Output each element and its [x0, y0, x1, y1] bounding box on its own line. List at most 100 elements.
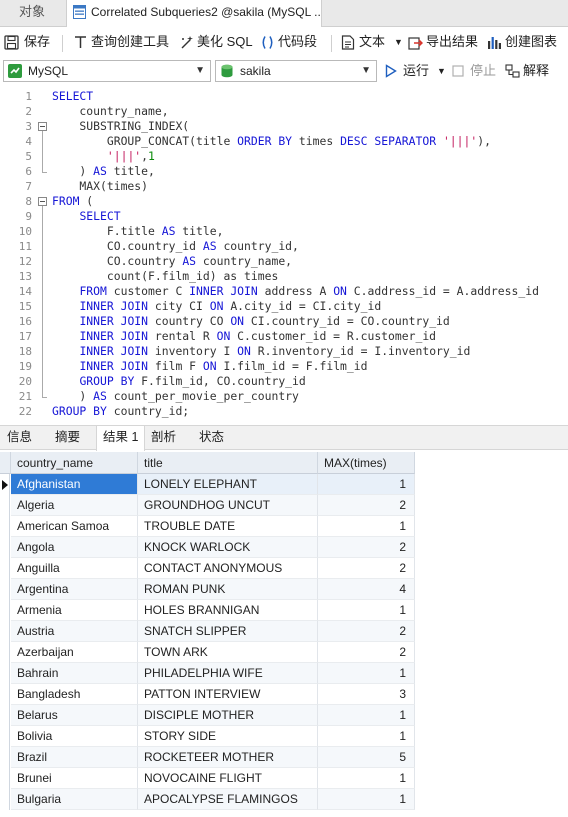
code-line[interactable]: 19 INNER JOIN film F ON I.film_id = F.fi… — [0, 359, 568, 374]
row-indicator[interactable] — [0, 768, 10, 789]
code-line[interactable]: 22 GROUP BY country_id; — [0, 404, 568, 419]
cell-title[interactable]: HOLES BRANNIGAN — [138, 600, 318, 621]
row-indicator[interactable] — [0, 747, 10, 768]
row-indicator[interactable] — [0, 579, 10, 600]
row-indicator[interactable] — [0, 600, 10, 621]
export-results-button[interactable]: 导出结果 — [408, 27, 482, 59]
table-row[interactable]: Afghanistan LONELY ELEPHANT 1 — [0, 474, 415, 495]
row-indicator[interactable] — [0, 726, 10, 747]
code-line[interactable]: 7 MAX(times) — [0, 179, 568, 194]
column-header-max-times[interactable]: MAX(times) — [318, 452, 415, 474]
fold-toggle-icon[interactable] — [38, 197, 47, 206]
cell-title[interactable]: LONELY ELEPHANT — [138, 474, 318, 495]
stop-button[interactable]: 停止 — [452, 59, 498, 84]
code-line[interactable]: 5 '|||',1 — [0, 149, 568, 164]
cell-country-name[interactable]: Bangladesh — [11, 684, 138, 705]
cell-title[interactable]: STORY SIDE — [138, 726, 318, 747]
cell-country-name[interactable]: Armenia — [11, 600, 138, 621]
tab-status[interactable]: 状态 — [193, 426, 230, 450]
cell-title[interactable]: ROMAN PUNK — [138, 579, 318, 600]
cell-country-name[interactable]: Belarus — [11, 705, 138, 726]
code-line[interactable]: 20 GROUP BY F.film_id, CO.country_id — [0, 374, 568, 389]
code-line[interactable]: 2 country_name, — [0, 104, 568, 119]
cell-title[interactable]: SNATCH SLIPPER — [138, 621, 318, 642]
row-indicator[interactable] — [0, 495, 10, 516]
table-row[interactable]: Belarus DISCIPLE MOTHER 1 — [0, 705, 415, 726]
table-row[interactable]: Algeria GROUNDHOG UNCUT 2 — [0, 495, 415, 516]
code-snippet-button[interactable]: 代码段 — [260, 27, 322, 59]
cell-title[interactable]: KNOCK WARLOCK — [138, 537, 318, 558]
cell-max-times[interactable]: 2 — [318, 642, 415, 663]
sql-editor[interactable]: 1 SELECT 2 country_name, 3 SUBSTRING_INDEX(… — [0, 86, 568, 423]
column-header-country-name[interactable]: country_name — [11, 452, 138, 474]
cell-max-times[interactable]: 1 — [318, 474, 415, 495]
cell-max-times[interactable]: 1 — [318, 789, 415, 810]
save-button[interactable]: 保存 — [4, 27, 52, 59]
code-line[interactable]: 21 ) AS count_per_movie_per_country — [0, 389, 568, 404]
cell-title[interactable]: APOCALYPSE FLAMINGOS — [138, 789, 318, 810]
table-row[interactable]: Brazil ROCKETEER MOTHER 5 — [0, 747, 415, 768]
cell-title[interactable]: GROUNDHOG UNCUT — [138, 495, 318, 516]
cell-title[interactable]: NOVOCAINE FLIGHT — [138, 768, 318, 789]
code-line[interactable]: 18 INNER JOIN inventory I ON R.inventory… — [0, 344, 568, 359]
row-indicator[interactable] — [0, 558, 10, 579]
cell-country-name[interactable]: Azerbaijan — [11, 642, 138, 663]
cell-country-name[interactable]: Anguilla — [11, 558, 138, 579]
create-chart-button[interactable]: 创建图表 — [487, 27, 567, 59]
table-row[interactable]: Brunei NOVOCAINE FLIGHT 1 — [0, 768, 415, 789]
table-row[interactable]: Azerbaijan TOWN ARK 2 — [0, 642, 415, 663]
cell-max-times[interactable]: 4 — [318, 579, 415, 600]
code-line[interactable]: 1 SELECT — [0, 89, 568, 104]
cell-max-times[interactable]: 1 — [318, 600, 415, 621]
cell-country-name[interactable]: Bahrain — [11, 663, 138, 684]
result-grid[interactable]: country_name title MAX(times) Afghanista… — [0, 452, 568, 817]
table-row[interactable]: Austria SNATCH SLIPPER 2 — [0, 621, 415, 642]
column-header-title[interactable]: title — [138, 452, 318, 474]
code-line[interactable]: 8 FROM ( — [0, 194, 568, 209]
code-line[interactable]: 10 F.title AS title, — [0, 224, 568, 239]
cell-max-times[interactable]: 3 — [318, 684, 415, 705]
row-indicator[interactable] — [0, 684, 10, 705]
table-row[interactable]: Bolivia STORY SIDE 1 — [0, 726, 415, 747]
row-indicator[interactable] — [0, 642, 10, 663]
tab-result-1[interactable]: 结果 1 — [96, 426, 146, 451]
code-line[interactable]: 4 GROUP_CONCAT(title ORDER BY times DESC… — [0, 134, 568, 149]
cell-country-name[interactable]: Brazil — [11, 747, 138, 768]
tab-info[interactable]: 信息 — [1, 426, 38, 450]
cell-max-times[interactable]: 2 — [318, 495, 415, 516]
cell-country-name[interactable]: Bolivia — [11, 726, 138, 747]
tab-profile[interactable]: 剖析 — [145, 426, 182, 450]
server-select[interactable]: MySQL ▼ — [3, 60, 211, 82]
cell-title[interactable]: TROUBLE DATE — [138, 516, 318, 537]
code-line[interactable]: 17 INNER JOIN rental R ON C.customer_id … — [0, 329, 568, 344]
fold-toggle-icon[interactable] — [38, 122, 47, 131]
code-line[interactable]: 3 SUBSTRING_INDEX( — [0, 119, 568, 134]
table-row[interactable]: Bulgaria APOCALYPSE FLAMINGOS 1 — [0, 789, 415, 810]
cell-max-times[interactable]: 2 — [318, 537, 415, 558]
code-line[interactable]: 13 count(F.film_id) as times — [0, 269, 568, 284]
cell-country-name[interactable]: Brunei — [11, 768, 138, 789]
row-indicator[interactable] — [0, 537, 10, 558]
cell-title[interactable]: ROCKETEER MOTHER — [138, 747, 318, 768]
cell-max-times[interactable]: 2 — [318, 621, 415, 642]
cell-max-times[interactable]: 5 — [318, 747, 415, 768]
cell-country-name[interactable]: Afghanistan — [11, 474, 138, 495]
explain-button[interactable]: 解释 — [505, 59, 565, 84]
cell-title[interactable]: PATTON INTERVIEW — [138, 684, 318, 705]
table-row[interactable]: Angola KNOCK WARLOCK 2 — [0, 537, 415, 558]
row-indicator[interactable] — [0, 663, 10, 684]
cell-title[interactable]: PHILADELPHIA WIFE — [138, 663, 318, 684]
table-row[interactable]: Anguilla CONTACT ANONYMOUS 2 — [0, 558, 415, 579]
beautify-sql-button[interactable]: 美化 SQL — [179, 27, 253, 59]
cell-title[interactable]: TOWN ARK — [138, 642, 318, 663]
code-line[interactable]: 12 CO.country AS country_name, — [0, 254, 568, 269]
code-line[interactable]: 14 FROM customer C INNER JOIN address A … — [0, 284, 568, 299]
code-line[interactable]: 9 SELECT — [0, 209, 568, 224]
code-line[interactable]: 16 INNER JOIN country CO ON CI.country_i… — [0, 314, 568, 329]
code-line[interactable]: 11 CO.country_id AS country_id, — [0, 239, 568, 254]
table-row[interactable]: Argentina ROMAN PUNK 4 — [0, 579, 415, 600]
cell-max-times[interactable]: 1 — [318, 516, 415, 537]
database-select[interactable]: sakila ▼ — [215, 60, 377, 82]
row-indicator[interactable] — [0, 789, 10, 810]
cell-max-times[interactable]: 1 — [318, 768, 415, 789]
